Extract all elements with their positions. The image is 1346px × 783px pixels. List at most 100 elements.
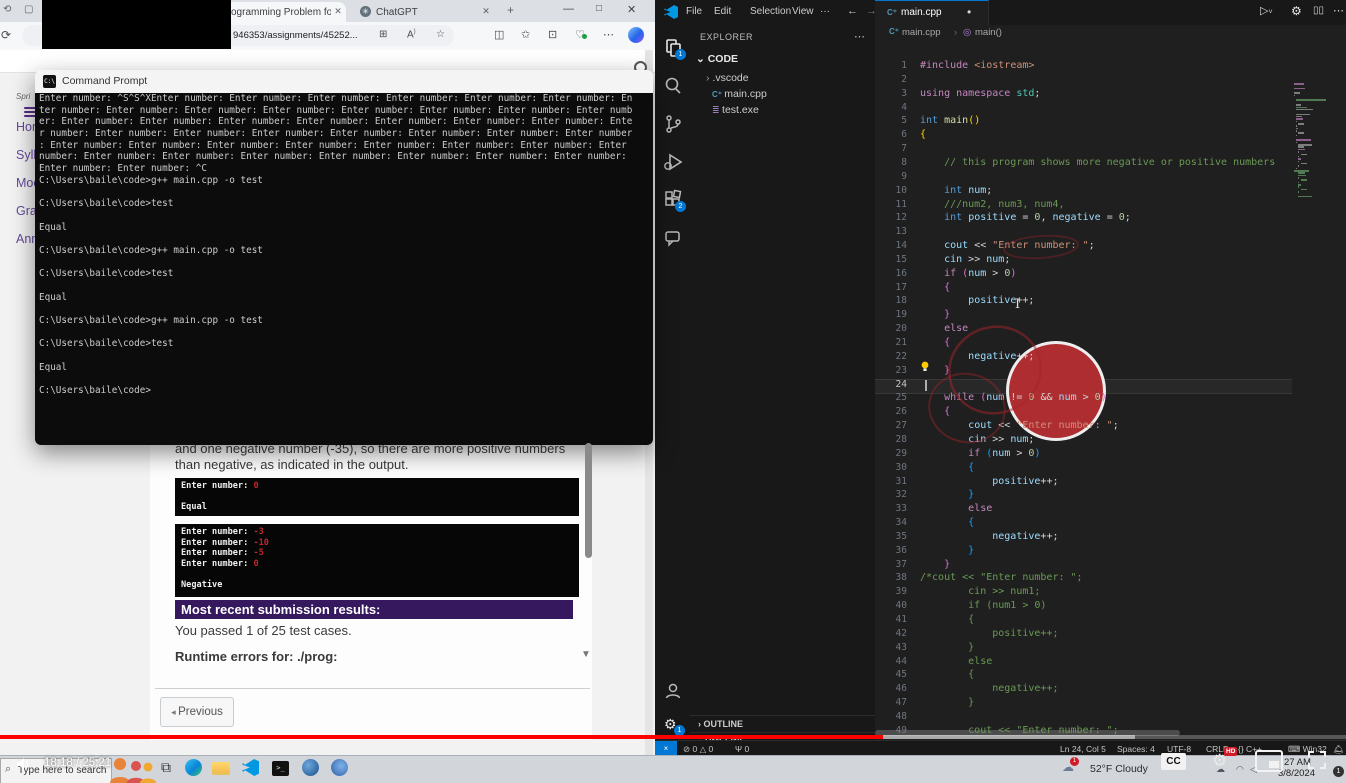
chevron-down-icon: ˅ <box>1268 9 1272 16</box>
editor-more-actions-icon[interactable]: ⋯ <box>1333 4 1344 17</box>
status-bar: × ⊘ 0 △ 0 Ψ 0 Ln 24, Col 5 Spaces: 4 UTF… <box>655 740 1346 756</box>
youtube-video-frame: ⟲ ▢ ogramming Problem for ✕ ✳ ChatGPT ✕ … <box>0 0 1346 783</box>
cmd-line: : Enter number: Enter number: Enter numb… <box>39 140 653 152</box>
tray-clock[interactable]: 27 AM <box>1284 757 1311 768</box>
window-maximize-icon[interactable]: □ <box>596 3 602 14</box>
favorites-bar-icon[interactable]: ✩ <box>521 28 530 41</box>
folder-root-row[interactable]: ⌄ CODE <box>690 53 875 69</box>
menu-item-view[interactable]: View <box>792 6 814 17</box>
fullscreen-button[interactable] <box>1308 751 1326 774</box>
weather-alert-icon[interactable]: ☁1 <box>1062 760 1074 774</box>
search-icon[interactable] <box>662 75 684 97</box>
split-screen-icon[interactable]: ⊞ <box>379 29 387 40</box>
favorite-star-icon[interactable]: ☆ <box>436 29 445 40</box>
editor-tab-maincpp[interactable]: C⁺ main.cpp • <box>875 0 989 26</box>
minimap-line <box>1296 139 1311 141</box>
expand-chevron-icon[interactable]: ▼ <box>581 649 591 660</box>
browser-tab-chatgpt[interactable]: ✳ ChatGPT ✕ <box>352 2 500 22</box>
cmd-line <box>39 233 653 245</box>
tree-item-vscode-folder[interactable]: › .vscode <box>690 72 875 88</box>
cursor-position-status[interactable]: Ln 24, Col 5 <box>1060 744 1106 754</box>
copilot-icon[interactable] <box>628 27 644 43</box>
content-scrollbar[interactable] <box>585 443 592 558</box>
modified-dot-icon[interactable]: • <box>967 5 971 19</box>
exe-file-icon: ≣ <box>712 105 722 115</box>
app-icon-blue-2[interactable] <box>331 759 348 776</box>
cmd-line: C:\Users\baile\code>g++ main.cpp -o test <box>39 175 653 187</box>
nav-back-icon[interactable]: ← <box>847 5 858 17</box>
file-explorer-icon[interactable] <box>212 762 230 775</box>
split-editor-icon[interactable]: ▯▯ <box>1313 5 1324 16</box>
editor-gear-icon[interactable]: ⚙ <box>1291 4 1302 18</box>
breadcrumb-symbol[interactable]: main() <box>975 27 1002 38</box>
minimap-line <box>1294 83 1304 85</box>
chat-icon[interactable] <box>662 227 684 249</box>
app-icon-blue-1[interactable] <box>302 759 319 776</box>
minimap[interactable] <box>1292 25 1332 740</box>
breadcrumb-file[interactable]: main.cpp <box>902 27 941 38</box>
cmd-line: Equal <box>39 362 653 374</box>
errors-status[interactable]: ⊘ 0 △ 0 <box>683 744 713 755</box>
encoding-status[interactable]: UTF-8 <box>1167 744 1191 754</box>
split-window-icon[interactable]: ◫ <box>494 28 504 41</box>
outline-section[interactable]: › OUTLINE <box>690 715 875 732</box>
code-editor[interactable]: 1#include <iostream>23using namespace st… <box>875 25 1346 740</box>
read-aloud-icon[interactable]: A) <box>407 29 416 40</box>
code-line: 1#include <iostream> <box>875 60 1346 74</box>
command-prompt-window[interactable]: C:\ Command Prompt Enter number: ^S^S^XE… <box>35 70 653 445</box>
tree-item-testexe[interactable]: ≣ test.exe <box>690 104 875 120</box>
workspaces-icon[interactable]: ▢ <box>24 4 33 15</box>
explorer-icon[interactable]: 1 <box>662 37 684 59</box>
code-line: 39 cin >> num1; <box>875 586 1346 600</box>
video-progress-bar[interactable] <box>0 735 1346 739</box>
code-line: 47 } <box>875 697 1346 711</box>
menu-item-selection[interactable]: Selection <box>750 6 791 17</box>
source-control-icon[interactable] <box>662 113 684 135</box>
editor-group[interactable]: C⁺ main.cpp • ▷˅ ⚙ ▯▯ ⋯ 1#include <iostr… <box>875 0 1346 740</box>
notifications-bell-icon[interactable]: 🛎 <box>1333 744 1344 755</box>
minimap-line <box>1294 92 1300 94</box>
quick-fix-lightbulb-icon[interactable] <box>920 359 930 377</box>
volume-icon[interactable] <box>16 757 32 776</box>
indentation-status[interactable]: Spaces: 4 <box>1117 744 1155 754</box>
accounts-icon[interactable] <box>662 680 684 702</box>
minimap-line <box>1296 109 1313 111</box>
ports-status[interactable]: Ψ 0 <box>735 744 749 754</box>
breadcrumb[interactable]: C⁺ main.cpp › ◎ main() <box>875 25 1346 41</box>
menu-item-file[interactable]: File <box>686 6 702 17</box>
minimap-line <box>1298 146 1304 148</box>
extensions-icon[interactable]: 2 <box>662 189 684 211</box>
window-minimize-icon[interactable]: — <box>563 3 574 15</box>
explorer-more-actions-icon[interactable]: ⋯ <box>854 30 865 43</box>
run-debug-icon[interactable] <box>662 151 684 173</box>
previous-button[interactable]: ◂ Previous <box>160 697 234 727</box>
more-options-icon[interactable]: ⋯ <box>603 28 614 41</box>
tab-history-icon[interactable]: ⟲ <box>3 4 11 15</box>
run-button[interactable]: ▷˅ <box>1260 4 1273 17</box>
task-view-icon[interactable]: ⧉ <box>161 759 171 776</box>
tab-label: main.cpp <box>901 7 942 18</box>
remote-indicator[interactable]: × <box>655 741 677 756</box>
tree-item-maincpp[interactable]: C⁺ main.cpp <box>690 88 875 104</box>
captions-button[interactable]: CC <box>1161 753 1186 770</box>
tray-network-icon[interactable]: ◠ <box>1236 764 1244 775</box>
browser-essentials-icon[interactable]: ♡ <box>575 28 585 41</box>
miniplayer-button[interactable] <box>1255 750 1283 772</box>
weather-text[interactable]: 52°F Cloudy <box>1090 763 1148 775</box>
tab-label: ChatGPT <box>376 7 418 18</box>
edge-taskbar-icon[interactable] <box>185 759 202 776</box>
menu-item-···[interactable]: ··· <box>820 6 830 17</box>
cmd-line: C:\Users\baile\code>g++ main.cpp -o test <box>39 315 653 327</box>
code-line: 2 <box>875 74 1346 88</box>
runtime-errors-heading: Runtime errors for: ./prog: <box>175 649 338 664</box>
notification-center-badge[interactable]: 1 <box>1333 766 1344 777</box>
menu-item-edit[interactable]: Edit <box>714 6 731 17</box>
tab-close-icon[interactable]: ✕ <box>332 6 344 17</box>
refresh-icon[interactable]: ⟳ <box>1 28 11 42</box>
terminal-taskbar-icon[interactable]: >_ <box>272 761 289 776</box>
collections-icon[interactable]: ⊡ <box>548 28 557 41</box>
cmd-title-bar[interactable]: C:\ Command Prompt <box>35 70 653 93</box>
tab-close-icon[interactable]: ✕ <box>480 6 492 17</box>
new-tab-icon[interactable]: + <box>507 3 514 17</box>
window-close-icon[interactable]: ✕ <box>627 3 636 16</box>
